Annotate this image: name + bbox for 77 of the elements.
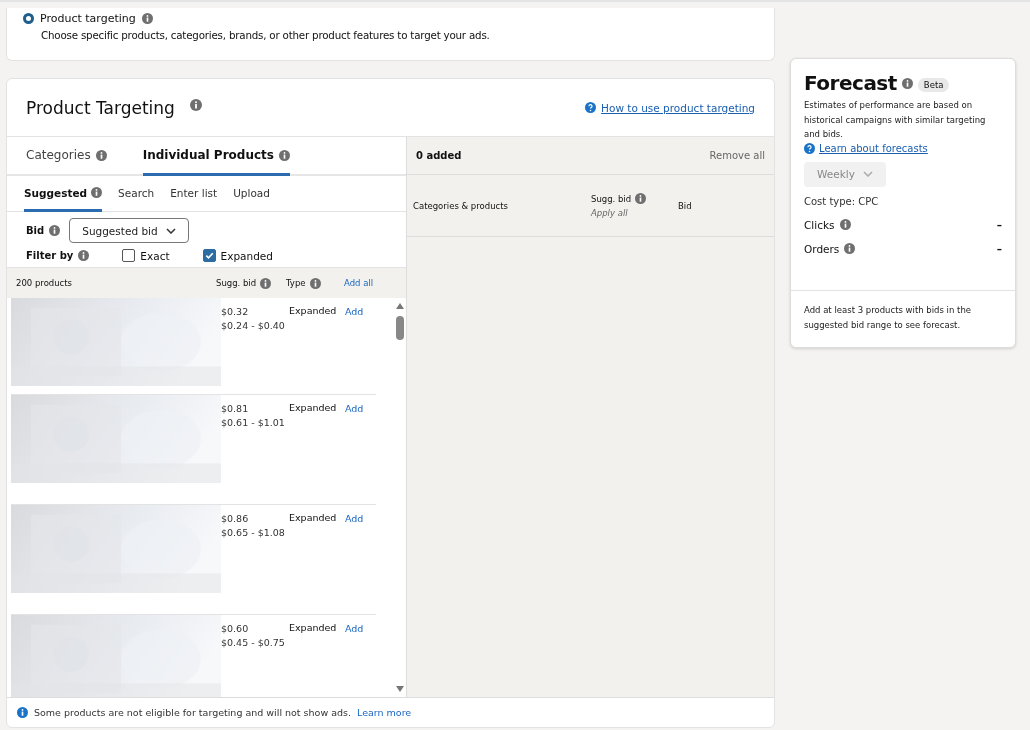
help-icon — [804, 142, 815, 154]
column-header: 200 products — [16, 278, 74, 288]
info-icon[interactable] — [278, 149, 290, 161]
tab[interactable]: Suggested — [24, 176, 103, 212]
suggested-bid: $0.32 — [221, 305, 250, 319]
tab[interactable]: Categories — [26, 137, 107, 176]
suggested-bid: $0.86 — [221, 512, 250, 526]
column-header: Sugg. bid — [591, 193, 632, 204]
beta-badge: Beta — [917, 78, 950, 92]
radio-button[interactable] — [23, 13, 34, 24]
option-label: Product targeting — [40, 12, 136, 25]
forecast-title: Forecast — [804, 71, 897, 95]
learn-more-link[interactable]: Learn more — [357, 707, 412, 718]
help-link[interactable]: How to use product targeting — [601, 101, 755, 114]
forecast-link[interactable]: Learn about forecasts — [819, 142, 928, 154]
metric-value: – — [996, 218, 1002, 231]
info-icon[interactable] — [901, 77, 913, 89]
suggested-bid: $0.81 — [221, 402, 250, 416]
caret-icon — [862, 171, 873, 177]
column-header: Bid — [678, 200, 692, 211]
info-icon[interactable] — [844, 243, 856, 254]
column-header: Sugg. bid — [216, 278, 257, 288]
bid-dropdown[interactable]: Suggested bid — [69, 218, 189, 243]
filter-label: Filter by — [26, 250, 74, 261]
info-icon[interactable] — [49, 225, 61, 236]
tab[interactable]: Individual Products — [142, 137, 290, 176]
forecast-note: Add at least 3 products with bids in the suggested bid range to see forecast. — [791, 290, 1015, 347]
metric-label: Clicks — [804, 218, 835, 231]
checkbox-label: Expanded — [220, 249, 273, 262]
scroll-up-icon[interactable] — [395, 302, 405, 310]
checkbox-label: Exact — [140, 249, 170, 262]
remove-all-link[interactable]: Remove all — [709, 150, 765, 161]
section-title: Product Targeting — [26, 97, 175, 118]
tab[interactable]: Search — [118, 176, 155, 212]
info-icon[interactable] — [635, 193, 647, 204]
add-link[interactable]: Add — [345, 513, 364, 524]
option-description: Choose specific products, categories, brands, or other product features to target your ads. — [41, 29, 491, 41]
suggested-bid: $0.60 — [221, 622, 250, 636]
match-type: Expanded — [289, 305, 338, 316]
tab[interactable]: Enter list — [170, 176, 218, 212]
cost-type: Cost type: CPC — [804, 195, 880, 207]
add-link[interactable]: Add — [345, 403, 364, 414]
forecast-description: Estimates of performance are based on historical campaigns with similar targeting and bids. — [804, 99, 987, 141]
info-icon[interactable] — [141, 13, 153, 24]
tab[interactable]: Upload — [233, 176, 270, 212]
column-header: Type — [286, 278, 306, 288]
info-icon[interactable] — [260, 277, 272, 289]
scrollbar-thumb[interactable] — [396, 316, 404, 340]
column-header: Categories & products — [413, 200, 509, 211]
add-all-link[interactable]: Add all — [344, 278, 374, 288]
added-count: 0 added — [416, 150, 462, 161]
add-link[interactable]: Add — [345, 623, 364, 634]
bid-range: $0.45 - $0.75 — [221, 636, 286, 650]
checkbox[interactable] — [122, 249, 136, 262]
help-icon — [585, 102, 597, 113]
bid-label: Bid — [26, 225, 45, 236]
bid-range: $0.61 - $1.01 — [221, 416, 286, 430]
match-type: Expanded — [289, 512, 338, 523]
info-icon[interactable] — [189, 98, 202, 111]
notice-text: Some products are not eligible for targeting and will not show ads. — [34, 707, 351, 718]
bid-range: $0.65 - $1.08 — [221, 526, 286, 540]
info-icon — [17, 707, 28, 718]
info-icon[interactable] — [95, 149, 107, 161]
info-icon[interactable] — [839, 219, 851, 230]
apply-all-link[interactable]: Apply all — [591, 208, 678, 218]
metric-value: – — [996, 242, 1002, 255]
checkbox[interactable] — [202, 249, 216, 262]
info-icon[interactable] — [309, 277, 321, 289]
scroll-down-icon[interactable] — [395, 685, 405, 693]
info-icon[interactable] — [91, 187, 103, 198]
metric-label: Orders — [804, 242, 840, 255]
add-link[interactable]: Add — [345, 306, 364, 317]
info-icon[interactable] — [78, 250, 90, 261]
match-type: Expanded — [289, 622, 338, 633]
match-type: Expanded — [289, 402, 338, 413]
caret-icon — [165, 227, 176, 234]
bid-range: $0.24 - $0.40 — [221, 319, 286, 333]
